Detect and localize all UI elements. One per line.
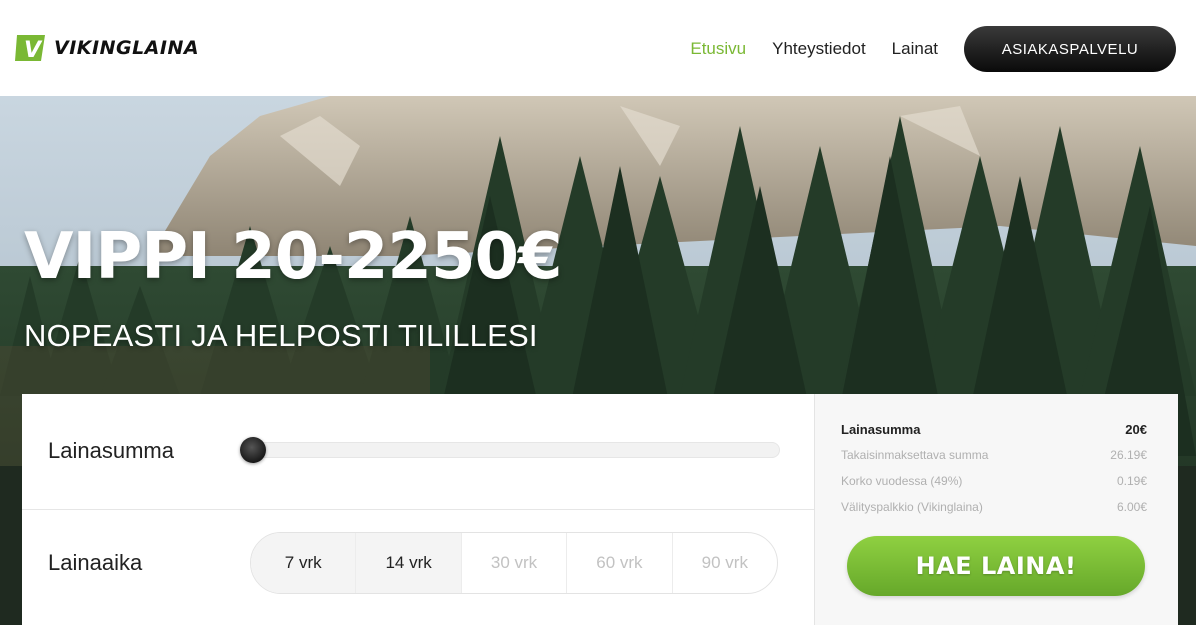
main-nav: Etusivu Yhteystiedot Lainat ASIAKASPALVE… [690, 26, 1176, 72]
customer-service-button[interactable]: ASIAKASPALVELU [964, 26, 1176, 72]
logo[interactable]: V VIKINGLAINA [14, 33, 199, 63]
summary-fee-label: Välityspalkkio (Vikinglaina) [841, 500, 983, 514]
term-option-90[interactable]: 90 vrk [673, 533, 777, 593]
hero-subtitle: NOPEASTI JA HELPOSTI TILILLESI [24, 318, 538, 353]
vikinglaina-logo-icon: V [15, 35, 45, 63]
summary-loan-amount-label: Lainasumma [841, 422, 921, 437]
summary-repay: Takaisinmaksettava summa 26.19€ [841, 448, 1147, 462]
loan-summary: Lainasumma 20€ Takaisinmaksettava summa … [814, 394, 1178, 625]
term-label: Lainaaika [48, 550, 143, 575]
amount-slider-thumb[interactable] [240, 437, 266, 463]
loan-calculator: Lainasumma Lainaaika 7 vrk 14 vrk 30 vrk… [22, 394, 1178, 625]
summary-repay-value: 26.19€ [1110, 448, 1147, 462]
term-option-60[interactable]: 60 vrk [567, 533, 673, 593]
calculator-inputs: Lainasumma Lainaaika 7 vrk 14 vrk 30 vrk… [22, 394, 814, 625]
term-option-30[interactable]: 30 vrk [462, 533, 568, 593]
summary-loan-amount: Lainasumma 20€ [841, 422, 1147, 437]
nav-link-etusivu[interactable]: Etusivu [690, 39, 746, 59]
nav-link-lainat[interactable]: Lainat [892, 39, 938, 59]
summary-loan-amount-value: 20€ [1125, 422, 1147, 437]
summary-fee: Välityspalkkio (Vikinglaina) 6.00€ [841, 500, 1147, 514]
hero-title: VIPPI 20-2250€ [24, 220, 563, 294]
nav-link-yhteystiedot[interactable]: Yhteystiedot [772, 39, 866, 59]
logo-text: VIKINGLAINA [54, 37, 200, 59]
amount-row: Lainasumma [22, 394, 814, 510]
amount-label: Lainasumma [48, 438, 174, 463]
svg-text:V: V [24, 38, 43, 63]
apply-loan-button[interactable]: HAE LAINA! [847, 536, 1145, 596]
amount-slider-track[interactable] [248, 442, 780, 458]
term-option-7[interactable]: 7 vrk [251, 533, 357, 593]
summary-fee-value: 6.00€ [1116, 500, 1147, 514]
term-row: Lainaaika 7 vrk 14 vrk 30 vrk 60 vrk 90 … [22, 510, 814, 625]
summary-repay-label: Takaisinmaksettava summa [841, 448, 989, 462]
summary-interest-value: 0.19€ [1116, 474, 1147, 488]
term-option-14[interactable]: 14 vrk [356, 533, 462, 593]
summary-interest: Korko vuodessa (49%) 0.19€ [841, 474, 1147, 488]
site-header: V VIKINGLAINA Etusivu Yhteystiedot Laina… [0, 0, 1196, 96]
summary-interest-label: Korko vuodessa (49%) [841, 474, 963, 488]
term-selector: 7 vrk 14 vrk 30 vrk 60 vrk 90 vrk [250, 532, 778, 594]
